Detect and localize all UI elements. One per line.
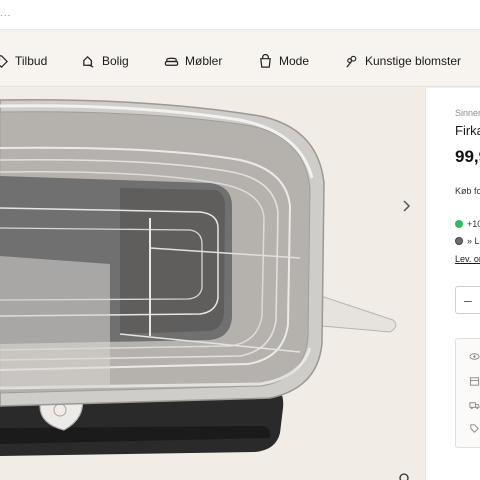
nav-item-label: Møbler bbox=[185, 54, 223, 68]
quantity-stepper[interactable]: – bbox=[455, 286, 480, 314]
eye-icon bbox=[469, 353, 480, 360]
nav-item-label: Kunstige blomster bbox=[365, 54, 462, 68]
nav-item-mobler[interactable]: Møbler bbox=[164, 53, 222, 69]
tag-outline-icon bbox=[470, 424, 479, 433]
quantity-decrease-button[interactable]: – bbox=[464, 292, 472, 308]
top-bar: ... bbox=[0, 0, 480, 30]
sofa-icon bbox=[164, 54, 179, 69]
store-status-dot-icon bbox=[455, 237, 463, 245]
product-title: Firka bbox=[455, 123, 480, 138]
chevron-right-icon bbox=[403, 200, 411, 212]
delivery-link[interactable]: Lev. or bbox=[455, 254, 480, 264]
zoom-icon[interactable] bbox=[398, 472, 412, 480]
category-nav: Tilbud Bolig Møbler Mode Kunstige blomst… bbox=[0, 31, 480, 87]
product-gallery[interactable] bbox=[0, 88, 424, 480]
product-brand[interactable]: Sinner bbox=[455, 108, 480, 118]
online-stock-text: +10 bbox=[467, 219, 480, 229]
bag-icon bbox=[258, 53, 273, 69]
nav-item-kunstige-blomster[interactable]: Kunstige blomster bbox=[344, 53, 461, 69]
product-price: 99,9 bbox=[455, 147, 480, 166]
store-stock-status: » Le bbox=[455, 236, 480, 246]
product-image bbox=[0, 99, 397, 456]
nav-item-tilbud[interactable]: Tilbud bbox=[0, 53, 47, 69]
hand-house-icon bbox=[81, 54, 96, 69]
online-stock-status: +10 bbox=[455, 219, 480, 229]
flower-icon bbox=[344, 54, 359, 69]
nav-item-mode[interactable]: Mode bbox=[258, 53, 309, 69]
nav-item-label: Tilbud bbox=[15, 54, 48, 68]
buy-text: Køb fo bbox=[455, 186, 480, 196]
nav-item-label: Bolig bbox=[102, 54, 129, 68]
in-stock-dot-icon bbox=[455, 220, 463, 228]
store-stock-text: » Le bbox=[467, 236, 480, 246]
nav-item-bolig[interactable]: Bolig bbox=[81, 53, 129, 69]
box-icon bbox=[469, 377, 480, 386]
product-benefits-box bbox=[455, 338, 480, 448]
nav-item-label: Mode bbox=[279, 54, 310, 68]
tag-icon bbox=[0, 54, 9, 69]
product-info-panel: Sinner Firka 99,9 Køb fo +10 » Le Lev. o… bbox=[425, 88, 480, 480]
gallery-next-button[interactable] bbox=[396, 196, 416, 216]
breadcrumb-ellipsis[interactable]: ... bbox=[0, 8, 11, 19]
truck-icon bbox=[469, 402, 480, 410]
